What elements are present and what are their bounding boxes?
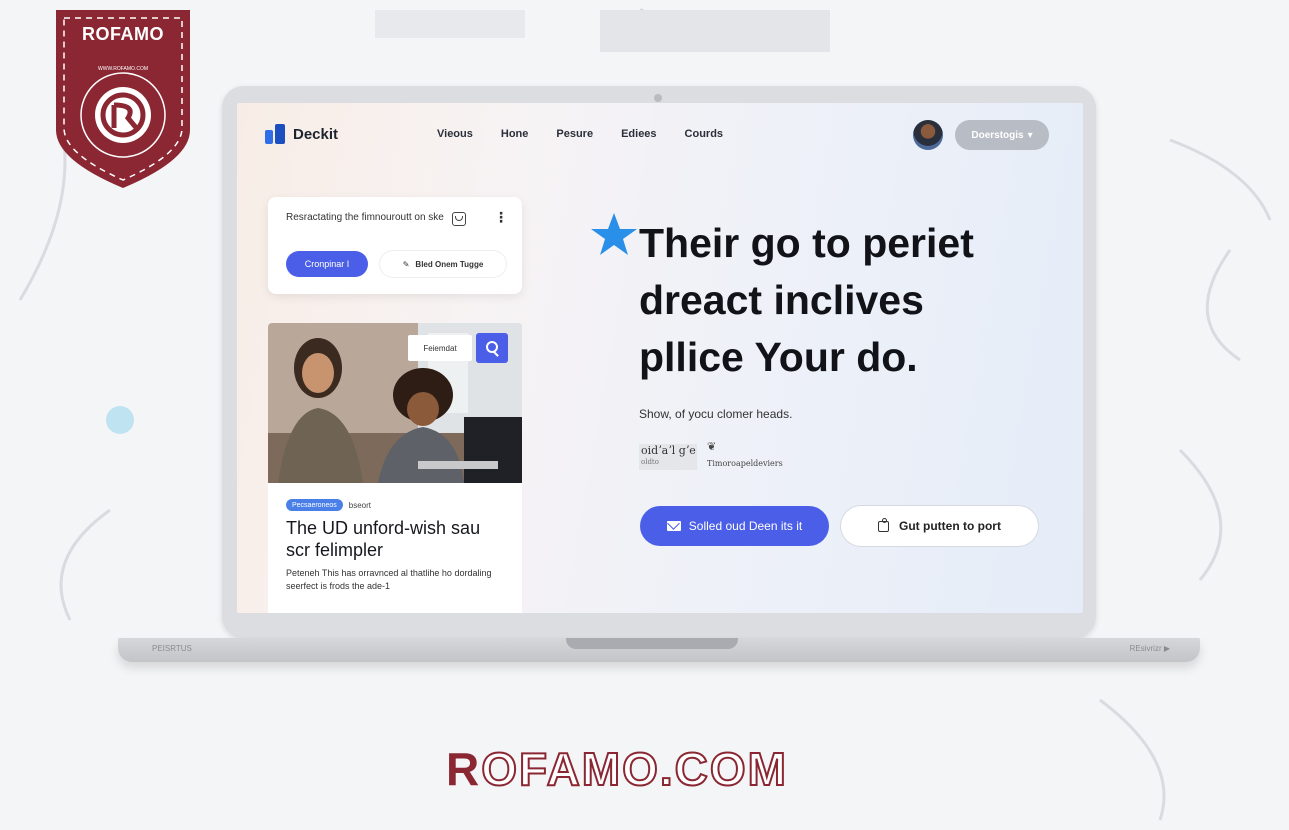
watermark-logo-r: R — [446, 743, 482, 795]
category-badge: Pecsaeroneos — [286, 499, 343, 511]
watermark-ring-text: WWW.ROFAMO.COM — [98, 66, 148, 72]
nav-link[interactable]: Pesure — [556, 128, 593, 140]
article-description: Peteneh This has orravnced al thatlihe h… — [286, 568, 492, 591]
brand-logo-icon — [265, 124, 287, 144]
laptop-base-notch — [566, 638, 738, 649]
mail-icon — [666, 521, 681, 531]
chevron-down-icon: ▾ — [1027, 129, 1033, 141]
primary-cta-label: Solled oud Deen its it — [688, 519, 803, 533]
base-left-label: PEISRTUS — [152, 644, 192, 653]
secondary-cta-label: Gut putten to port — [899, 519, 1001, 533]
account-dropdown-label: Doerstogis — [971, 129, 1024, 141]
laptop-base: PEISRTUS REsivrizr ▶ — [118, 638, 1200, 662]
more-vertical-icon[interactable]: ⋮ — [494, 209, 508, 226]
gift-icon — [878, 517, 889, 532]
card-secondary-label: Bled Onem Tugge — [415, 259, 484, 269]
base-right-label: REsivrizr ▶ — [1129, 644, 1170, 653]
primary-cta-button[interactable]: Solled oud Deen its it — [640, 506, 829, 546]
nav-link[interactable]: Vieous — [437, 128, 473, 140]
signature-text: oidʼaʼl gʼe — [641, 444, 696, 457]
pen-icon: ✎ — [402, 259, 410, 269]
brand-logo[interactable]: Deckit — [265, 124, 338, 144]
hero-title-line: pllice Your do. — [639, 334, 918, 380]
secondary-cta-button[interactable]: Gut putten to port — [841, 506, 1038, 546]
shopping-bag-icon[interactable] — [452, 212, 466, 226]
laptop-screen: Deckit Vieous Hone Pesure Ediees Courds … — [237, 103, 1083, 613]
user-avatar[interactable] — [913, 120, 943, 150]
hero-title-line: Their go to periet — [639, 220, 974, 266]
star-icon — [591, 213, 637, 255]
badge-extra-text: bseort — [348, 500, 371, 510]
laptop-lid: Deckit Vieous Hone Pesure Ediees Courds … — [222, 86, 1096, 638]
nav-link[interactable]: Ediees — [621, 128, 656, 140]
hero-title-line: dreact inclives — [639, 277, 924, 323]
site-nav: Deckit Vieous Hone Pesure Ediees Courds … — [237, 103, 1083, 165]
hero-title: Their go to periet dreact inclives pllic… — [639, 215, 1059, 386]
ornament-icon: ❦ — [707, 441, 717, 453]
card-secondary-button[interactable]: ✎ Bled Onem Tugge — [380, 251, 506, 277]
search-icon[interactable] — [476, 333, 508, 363]
nav-link[interactable]: Courds — [685, 128, 724, 140]
photo-tag-button[interactable]: Feiemdat — [408, 335, 472, 361]
watermark-logo-text: OFAMO.COM — [480, 742, 788, 796]
signature-small-text: oldto — [641, 458, 659, 466]
nav-links: Vieous Hone Pesure Ediees Courds — [437, 128, 751, 140]
article-badges: Pecsaeroneos bseort — [286, 499, 371, 511]
watermark-badge-title: ROFAMO — [82, 24, 164, 44]
camera-dot — [654, 94, 662, 102]
nav-link[interactable]: Hone — [501, 128, 529, 140]
notification-card: Resractating the fimnouroutt on ske ⋮ Cr… — [268, 197, 522, 294]
brand-name: Deckit — [293, 125, 339, 143]
signature-logo: oidʼaʼl gʼe oldto — [639, 444, 697, 470]
notification-text: Resractating the fimnouroutt on ske — [286, 212, 444, 223]
account-dropdown-button[interactable]: Doerstogis ▾ — [955, 120, 1049, 150]
signature-caption: Timoroapeldeviers — [707, 459, 783, 468]
watermark-logo: ROFAMO.COM — [446, 742, 866, 796]
watermark-badge: ROFAMO WWW.ROFAMO.COM — [56, 10, 190, 188]
card-primary-button[interactable]: Cronpinar I — [286, 251, 368, 277]
article-card[interactable]: Feiemdat Pecsaeroneos bseort The UD unfo… — [268, 323, 522, 613]
hero-subtitle: Show, of yocu clomer heads. — [639, 407, 793, 421]
article-title[interactable]: The UD unford-wish sau scr felimpler — [286, 517, 508, 561]
